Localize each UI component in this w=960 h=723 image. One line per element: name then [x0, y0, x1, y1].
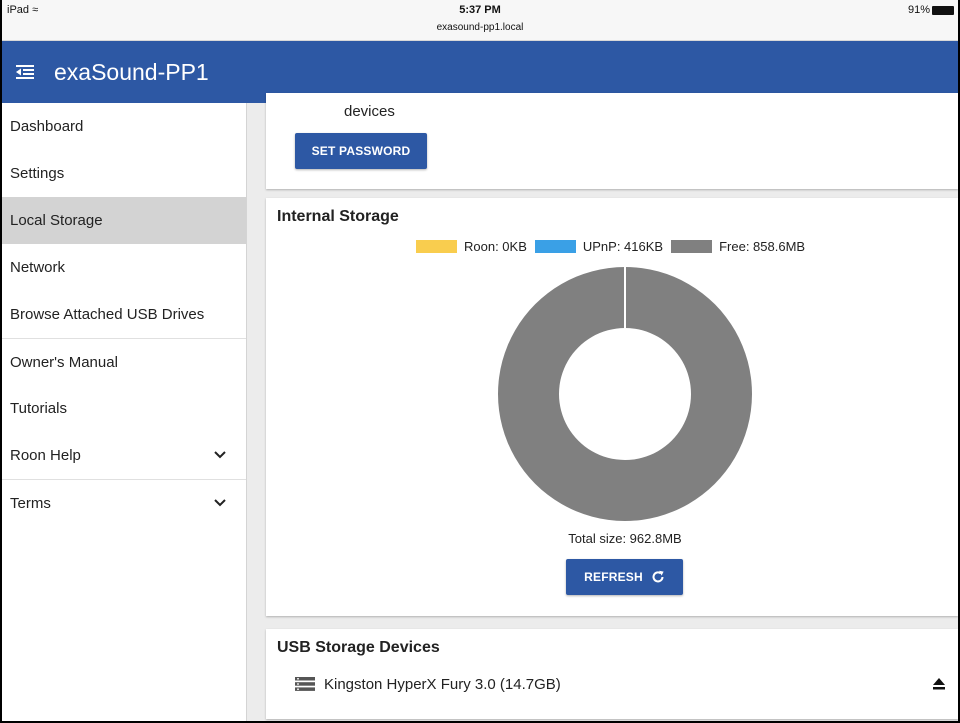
sidebar-item-label: Local Storage: [10, 212, 103, 229]
legend-swatch-upnp: [534, 240, 576, 253]
legend-label-upnp: UPnP: 416KB: [582, 239, 664, 254]
sidebar-item-network[interactable]: Network: [2, 244, 246, 291]
chevron-down-icon: [214, 451, 226, 459]
app-frame: iPad ≈ 5:37 PM exasound-pp1.local 91% ex…: [0, 0, 960, 723]
sidebar-item-dashboard[interactable]: Dashboard: [2, 103, 246, 150]
sidebar-item-label: Tutorials: [10, 400, 67, 417]
app-title: exaSound-PP1: [10, 41, 247, 103]
usb-storage-card: USB Storage Devices Kingston HyperX Fury…: [266, 629, 958, 719]
sidebar-item-label: Dashboard: [10, 118, 84, 135]
total-size-label: Total size: 962.8MB: [568, 531, 682, 546]
sidebar-item-tutorials[interactable]: Tutorials: [2, 385, 246, 432]
sidebar-item-roon-help[interactable]: Roon Help: [2, 432, 246, 479]
storage-drive-icon: [295, 677, 315, 691]
sidebar-item-local-storage[interactable]: Local Storage: [2, 197, 246, 244]
sidebar-item-label: Browse Attached USB Drives: [10, 306, 205, 323]
sidebar-item-settings[interactable]: Settings: [2, 150, 246, 197]
status-bar: iPad ≈ 5:37 PM exasound-pp1.local 91%: [2, 0, 958, 41]
sidebar: Dashboard Settings Local Storage Network…: [2, 103, 247, 721]
address-url[interactable]: exasound-pp1.local: [2, 22, 958, 33]
legend-swatch-roon: [416, 240, 457, 253]
sidebar-item-label: Owner's Manual: [10, 353, 118, 371]
menu-collapse-icon[interactable]: [16, 63, 34, 81]
legend-item-upnp[interactable]: UPnP: 416KB: [534, 239, 664, 254]
refresh-button[interactable]: REFRESH: [566, 559, 683, 595]
storage-donut-chart: [498, 267, 752, 521]
main-content: devices SET PASSWORD Internal Storage Ro…: [248, 93, 958, 721]
chevron-down-icon: [214, 499, 226, 507]
refresh-button-label: REFRESH: [584, 570, 643, 584]
battery-percent: 91%: [907, 4, 930, 16]
usb-storage-title: USB Storage Devices: [277, 639, 440, 656]
legend-label-free: Free: 858.6MB: [719, 239, 806, 254]
internal-storage-title: Internal Storage: [277, 208, 399, 225]
legend-swatch-free: [671, 240, 713, 253]
internal-storage-card: Internal Storage Roon: 0KB UPnP: 416KB F…: [266, 198, 958, 616]
set-password-button[interactable]: SET PASSWORD: [295, 133, 427, 169]
legend-item-free[interactable]: Free: 858.6MB: [671, 239, 805, 254]
password-card-text: devices: [344, 103, 395, 120]
chart-legend: Roon: 0KB UPnP: 416KB Free: 858.6MB: [416, 239, 813, 254]
sidebar-item-label: Terms: [10, 494, 51, 512]
sidebar-item-label: Settings: [10, 165, 65, 182]
battery-status: 91%: [908, 4, 954, 16]
eject-icon[interactable]: [932, 677, 946, 691]
legend-item-roon[interactable]: Roon: 0KB: [416, 239, 527, 254]
app-title-text: exaSound-PP1: [54, 58, 209, 85]
usb-device-name: Kingston HyperX Fury 3.0 (14.7GB): [324, 675, 561, 693]
sidebar-item-terms[interactable]: Terms: [2, 479, 246, 526]
battery-icon: [932, 5, 954, 15]
refresh-icon: [652, 570, 664, 583]
sidebar-item-label: Roon Help: [10, 447, 81, 464]
status-time: 5:37 PM: [459, 4, 501, 16]
usb-device-row[interactable]: Kingston HyperX Fury 3.0 (14.7GB): [295, 673, 948, 695]
password-card: devices SET PASSWORD: [266, 93, 958, 189]
sidebar-item-label: Network: [10, 259, 66, 276]
sidebar-item-browse-usb[interactable]: Browse Attached USB Drives: [2, 291, 246, 338]
sidebar-item-owners-manual[interactable]: Owner's Manual: [2, 338, 246, 385]
legend-label-roon: Roon: 0KB: [464, 239, 527, 254]
